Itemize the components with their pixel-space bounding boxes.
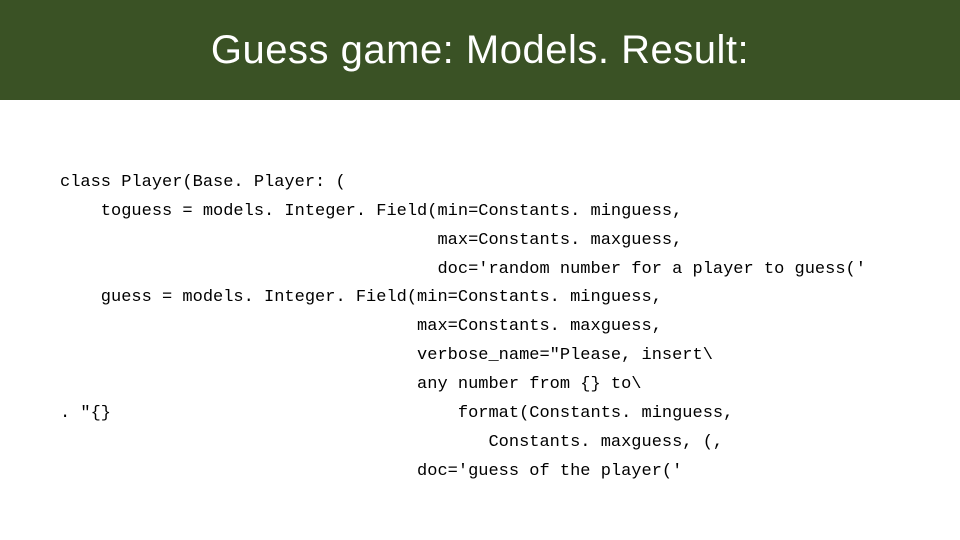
code-line: verbose_name="Please, insert\	[60, 346, 713, 365]
code-line: toguess = models. Integer. Field(min=Con…	[60, 202, 682, 221]
title-bar: Guess game: Models. Result:	[0, 0, 960, 100]
code-line: max=Constants. maxguess,	[60, 231, 682, 250]
code-line: doc='random number for a player to guess…	[60, 260, 866, 279]
code-line: guess = models. Integer. Field(min=Const…	[60, 288, 662, 307]
code-line: . "{} format(Constants. minguess,	[60, 404, 733, 423]
code-line: max=Constants. maxguess,	[60, 317, 662, 336]
slide-title: Guess game: Models. Result:	[211, 28, 749, 73]
code-line: doc='guess of the player('	[60, 462, 682, 481]
code-line: class Player(Base. Player: (	[60, 173, 346, 192]
slide: Guess game: Models. Result: class Player…	[0, 0, 960, 540]
code-block: class Player(Base. Player: ( toguess = m…	[0, 100, 960, 516]
code-line: Constants. maxguess, (,	[60, 433, 723, 452]
code-line: any number from {} to\	[60, 375, 642, 394]
